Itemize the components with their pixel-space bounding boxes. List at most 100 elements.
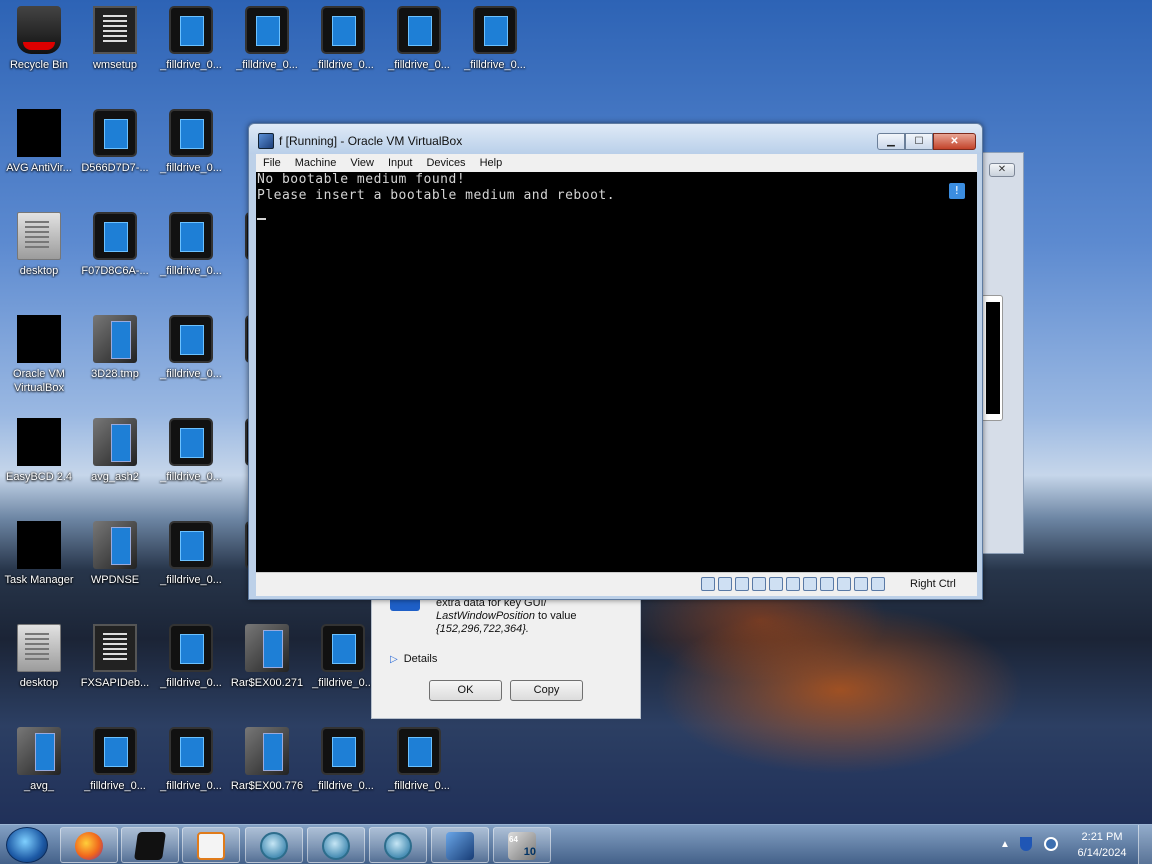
details-toggle[interactable]: ▷ Details <box>390 653 437 665</box>
desktop-icon[interactable]: _filldrive_0... <box>305 6 381 72</box>
taskbar-disc-1[interactable] <box>245 827 303 863</box>
taskbar-app-64-10[interactable]: 64 10 <box>493 827 551 863</box>
copy-button[interactable]: Copy <box>510 680 583 701</box>
desktop-icon[interactable]: 3D28.tmp <box>77 315 153 381</box>
desktop-icon[interactable]: _filldrive_0... <box>305 727 381 793</box>
desktop-icon[interactable]: _filldrive_0... <box>153 212 229 278</box>
desktop-icon-label: _filldrive_0... <box>464 59 526 71</box>
usb-icon[interactable] <box>769 577 783 591</box>
desktop-icon[interactable]: Task Manager <box>1 521 77 587</box>
desktop-icon[interactable]: Recycle Bin <box>1 6 77 72</box>
desktop-icon[interactable]: Rar$EX00.776 <box>229 727 305 793</box>
menu-help[interactable]: Help <box>473 157 510 169</box>
show-desktop-button[interactable] <box>1138 825 1152 864</box>
desktop-icon[interactable]: _filldrive_0... <box>153 624 229 690</box>
show-hidden-icons-icon[interactable]: ▲ <box>1000 839 1010 850</box>
display-icon[interactable] <box>803 577 817 591</box>
optical-drive-icon[interactable] <box>718 577 732 591</box>
desktop-icon[interactable]: WPDNSE <box>77 521 153 587</box>
console-line-2: Please insert a bootable medium and rebo… <box>257 188 616 203</box>
desktop-icon[interactable]: _filldrive_0... <box>305 624 381 690</box>
desktop-icon[interactable]: Rar$EX00.271 <box>229 624 305 690</box>
desktop-icon[interactable]: _filldrive_0... <box>153 418 229 484</box>
taskbar-disc-3[interactable] <box>369 827 427 863</box>
desktop-icon[interactable]: _filldrive_0... <box>229 6 305 72</box>
taskbar-virtualbox[interactable] <box>431 827 489 863</box>
network-tray-icon[interactable] <box>1044 837 1058 851</box>
desktop-icon[interactable]: _filldrive_0... <box>153 521 229 587</box>
desktop-icon[interactable]: _filldrive_0... <box>153 315 229 381</box>
desktop-icon-label: _filldrive_0... <box>160 368 222 380</box>
cpu-icon[interactable] <box>854 577 868 591</box>
desktop-icon[interactable]: _avg_ <box>1 727 77 793</box>
desktop-icon-label: 3D28.tmp <box>91 368 139 380</box>
desktop-icon[interactable]: avg_ash2 <box>77 418 153 484</box>
menu-file[interactable]: File <box>256 157 288 169</box>
close-icon[interactable]: ✕ <box>989 163 1015 177</box>
network-icon[interactable] <box>752 577 766 591</box>
shared-folders-icon[interactable] <box>786 577 800 591</box>
security-shield-icon[interactable] <box>1020 837 1032 851</box>
desktop-icon[interactable]: _filldrive_0... <box>381 727 457 793</box>
taskbar-firefox[interactable] <box>60 827 118 863</box>
menu-machine[interactable]: Machine <box>288 157 344 169</box>
desktop-icon[interactable]: D566D7D7-... <box>77 109 153 175</box>
desktop-icon-label: Recycle Bin <box>9 59 69 71</box>
desktop-icon[interactable]: _filldrive_0... <box>153 727 229 793</box>
virtualization-icon[interactable] <box>837 577 851 591</box>
tablet-icon <box>169 109 213 157</box>
virtualbox-icon <box>258 133 274 149</box>
vm-display[interactable]: No bootable medium found! Please insert … <box>256 172 977 572</box>
easybcd-icon <box>17 418 61 466</box>
tablet-icon <box>93 109 137 157</box>
title-bar[interactable]: f [Running] - Oracle VM VirtualBox ▁ ☐ ✕ <box>249 124 982 154</box>
taskbar-disc-2[interactable] <box>307 827 365 863</box>
desktop-icon-label: _filldrive_0... <box>84 780 146 792</box>
desktop-icon[interactable]: _filldrive_0... <box>381 6 457 72</box>
desktop-icon[interactable]: _filldrive_0... <box>153 6 229 72</box>
text-cursor <box>257 218 266 220</box>
error-dialog: extra data for key GUI/ LastWindowPositi… <box>371 596 641 719</box>
device-status-icons <box>701 577 888 591</box>
taskbar-media-player[interactable] <box>182 827 240 863</box>
media-player-icon <box>197 832 225 860</box>
recycle-bin-icon <box>17 6 61 54</box>
desktop-icon-label: _filldrive_0... <box>236 59 298 71</box>
hard-disk-icon[interactable] <box>701 577 715 591</box>
desktop-icon[interactable]: desktop <box>1 624 77 690</box>
folder-file-icon <box>245 624 289 672</box>
menu-view[interactable]: View <box>343 157 381 169</box>
vm-app-icon <box>134 832 166 860</box>
clock[interactable]: 2:21 PM 6/14/2024 <box>1070 829 1134 861</box>
ok-button[interactable]: OK <box>429 680 502 701</box>
recording-icon[interactable] <box>820 577 834 591</box>
desktop-icon[interactable]: AVG AntiVir... <box>1 109 77 175</box>
maximize-button[interactable]: ☐ <box>905 133 933 150</box>
desktop-icon[interactable]: _filldrive_0... <box>153 109 229 175</box>
desktop-icon[interactable]: EasyBCD 2.4 <box>1 418 77 484</box>
tablet-icon <box>169 6 213 54</box>
desktop-icon[interactable]: Oracle VM VirtualBox <box>1 315 77 395</box>
menu-devices[interactable]: Devices <box>419 157 472 169</box>
tablet-icon <box>169 315 213 363</box>
start-button[interactable] <box>6 827 48 863</box>
menu-input[interactable]: Input <box>381 157 419 169</box>
tablet-icon <box>321 624 365 672</box>
virtualbox-vm-window[interactable]: f [Running] - Oracle VM VirtualBox ▁ ☐ ✕… <box>248 123 983 600</box>
desktop-icon[interactable]: _filldrive_0... <box>457 6 533 72</box>
info-notification-icon[interactable]: ! <box>949 183 965 199</box>
error-value: {152,296,722,364}. <box>436 623 529 635</box>
taskbar-vm-app[interactable] <box>121 827 179 863</box>
desktop-icon[interactable]: FXSAPIDeb... <box>77 624 153 690</box>
audio-icon[interactable] <box>735 577 749 591</box>
minimize-button[interactable]: ▁ <box>877 133 905 150</box>
app-64-10-icon: 64 10 <box>508 832 536 860</box>
desktop-icon[interactable]: desktop <box>1 212 77 278</box>
tablet-icon <box>473 6 517 54</box>
close-button[interactable]: ✕ <box>933 133 976 150</box>
desktop-icon[interactable]: wmsetup <box>77 6 153 72</box>
tablet-icon <box>245 6 289 54</box>
keyboard-capture-icon[interactable] <box>871 577 885 591</box>
desktop-icon[interactable]: F07D8C6A-... <box>77 212 153 278</box>
desktop-icon[interactable]: _filldrive_0... <box>77 727 153 793</box>
